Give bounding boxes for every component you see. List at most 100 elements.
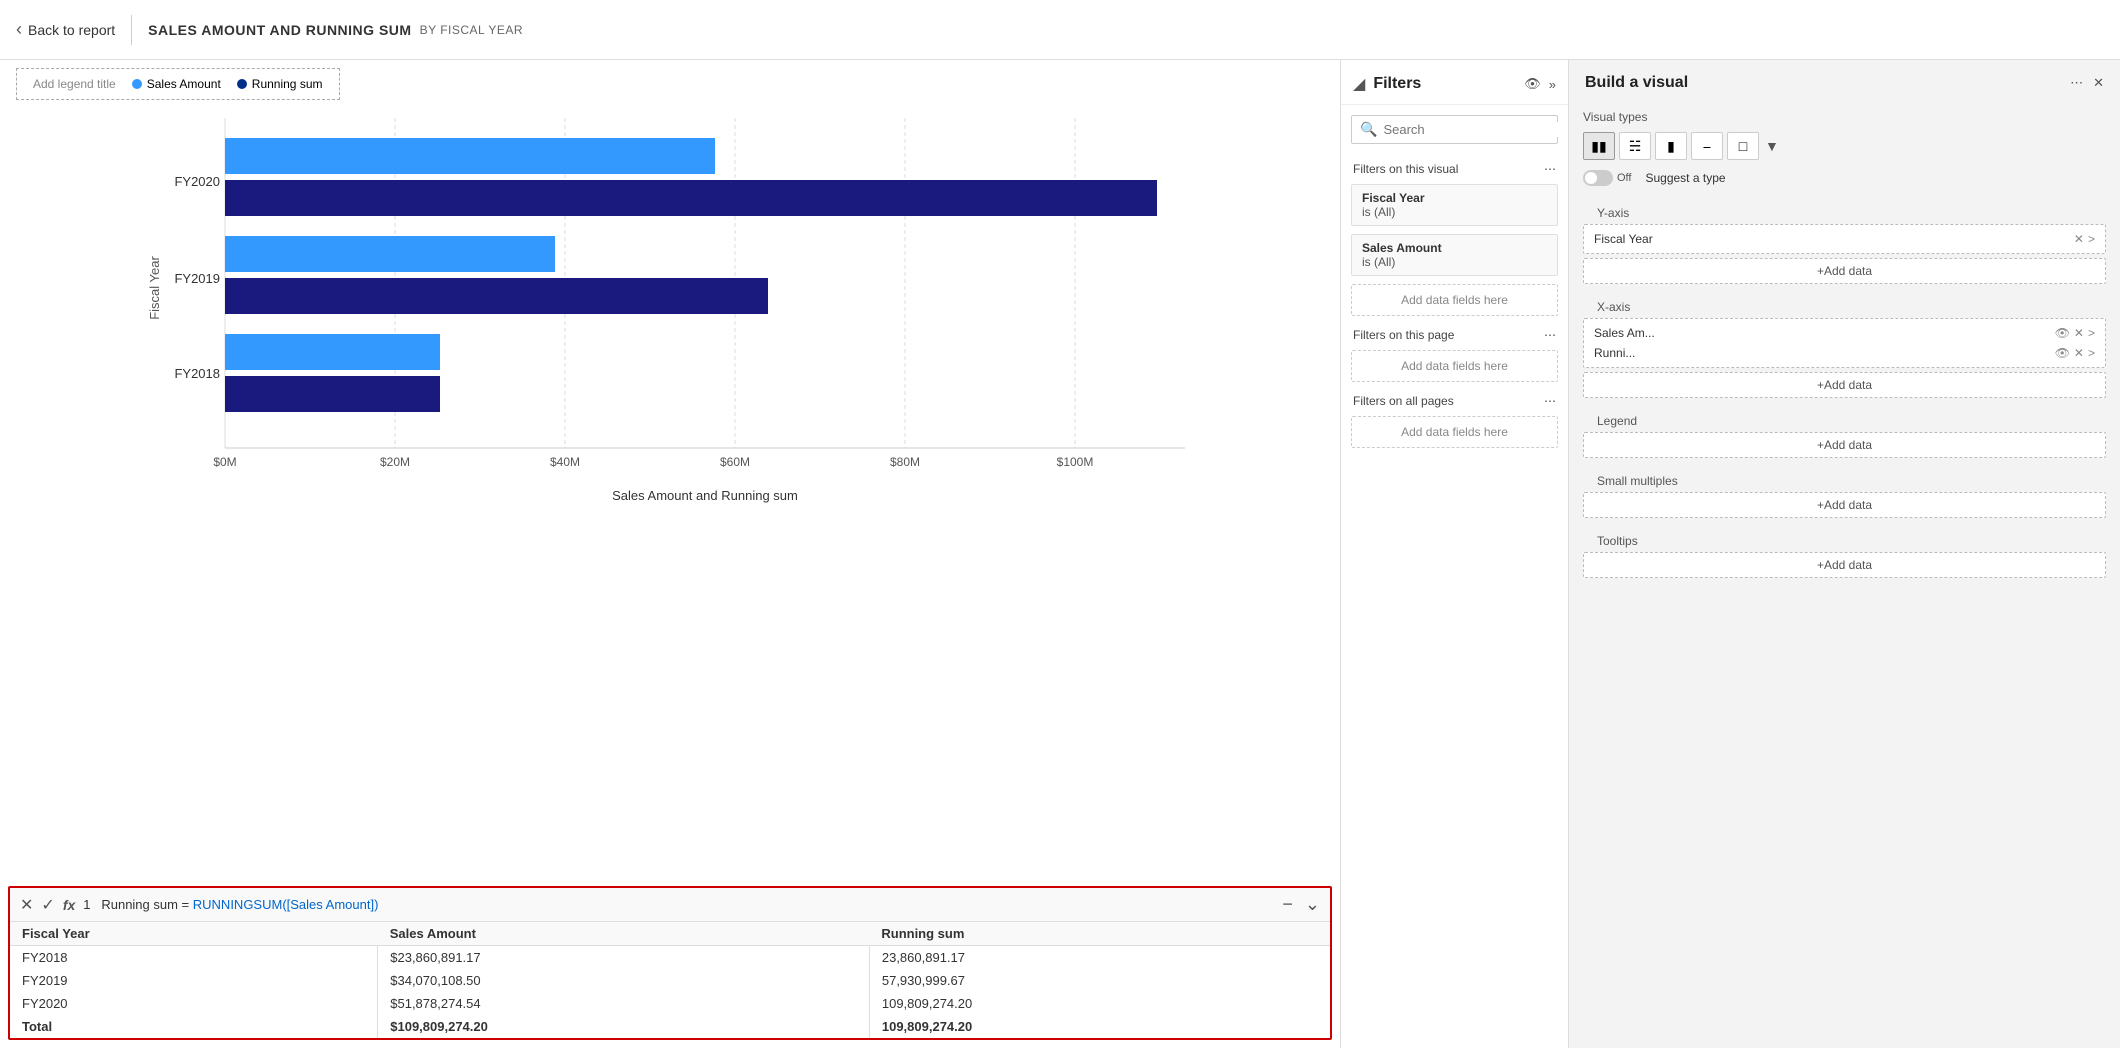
visual-type-grid[interactable]: □	[1727, 132, 1759, 160]
filter-section-visual-more[interactable]: ⋯	[1544, 162, 1556, 176]
filter-add-visual[interactable]: Add data fields here	[1351, 284, 1558, 316]
visual-type-line[interactable]: ⎯	[1691, 132, 1723, 160]
table-cell-year: FY2020	[10, 992, 378, 1015]
formula-input[interactable]: 1 Running sum = RUNNINGSUM([Sales Amount…	[83, 897, 1274, 912]
formula-cancel-button[interactable]: ✕	[20, 895, 33, 915]
legend-dot-sales	[132, 79, 142, 89]
y-axis-item-text: Fiscal Year	[1594, 232, 2070, 246]
formula-fx-icon: fx	[63, 897, 75, 913]
formula-area: ✕ ✓ fx 1 Running sum = RUNNINGSUM([Sales…	[8, 886, 1332, 1040]
filter-expand-icon[interactable]: »	[1549, 77, 1556, 92]
y-axis-item-fiscal: Fiscal Year ✕ >	[1590, 229, 2099, 249]
filters-panel: ◢ Filters 👁 » 🔍 Filters on this visual ⋯…	[1341, 60, 1569, 1048]
main-layout: Add legend title Sales Amount Running su…	[0, 60, 2120, 1048]
filter-section-page-label: Filters on this page	[1353, 328, 1454, 342]
visual-type-dropdown[interactable]: ▼	[1765, 138, 1779, 154]
filter-add-page[interactable]: Add data fields here	[1351, 350, 1558, 382]
formula-confirm-button[interactable]: ✓	[41, 895, 54, 915]
visual-types-row: ▮▮ ☵ ▮ ⎯ □ ▼	[1569, 128, 2120, 164]
filters-panel-header: ◢ Filters 👁 »	[1341, 60, 1568, 105]
x-axis-close-icon-sales[interactable]: ✕	[2074, 326, 2084, 340]
build-more-icon[interactable]: ⋯	[2070, 75, 2083, 91]
filter-section-page: Filters on this page ⋯	[1341, 320, 1568, 346]
x-axis-box: Sales Am... 👁 ✕ > Runni... 👁 ✕ >	[1583, 318, 2106, 368]
filter-card-fiscal[interactable]: Fiscal Year is (All)	[1351, 184, 1558, 226]
svg-text:$80M: $80M	[890, 455, 920, 469]
svg-text:$20M: $20M	[380, 455, 410, 469]
y-axis-box: Fiscal Year ✕ >	[1583, 224, 2106, 254]
filter-fiscal-year-title: Fiscal Year	[1362, 191, 1547, 205]
filter-section-all: Filters on all pages ⋯	[1341, 386, 1568, 412]
x-axis-chevron-icon-running[interactable]: >	[2088, 346, 2095, 360]
visual-type-bar[interactable]: ▮	[1655, 132, 1687, 160]
top-bar: ‹ Back to report SALES AMOUNT AND RUNNIN…	[0, 0, 2120, 60]
table-cell-running: 109,809,274.20	[869, 992, 1330, 1015]
x-axis-chevron-icon-sales[interactable]: >	[2088, 326, 2095, 340]
tooltips-add-btn[interactable]: +Add data	[1583, 552, 2106, 578]
visual-type-matrix[interactable]: ☵	[1619, 132, 1651, 160]
y-axis-add-btn[interactable]: +Add data	[1583, 258, 2106, 284]
table-cell-running: 109,809,274.20	[869, 1015, 1330, 1038]
back-label: Back to report	[28, 22, 115, 38]
table-cell-year: FY2019	[10, 969, 378, 992]
toggle-off-label: Off	[1617, 172, 1631, 184]
table-cell-sales: $34,070,108.50	[378, 969, 870, 992]
separator	[131, 15, 132, 45]
filter-card-sales[interactable]: Sales Amount is (All)	[1351, 234, 1558, 276]
build-close-icon[interactable]: ✕	[2093, 75, 2104, 91]
legend-section-label: Legend	[1583, 406, 2106, 432]
y-axis-close-icon[interactable]: ✕	[2074, 232, 2084, 246]
table-row: FY2018$23,860,891.1723,860,891.17	[10, 946, 1330, 970]
svg-text:Fiscal Year: Fiscal Year	[147, 256, 162, 320]
back-button[interactable]: ‹ Back to report	[16, 19, 115, 40]
x-axis-eye-icon-running[interactable]: 👁	[2055, 346, 2070, 360]
table-row: Total$109,809,274.20109,809,274.20	[10, 1015, 1330, 1038]
bar-chart: Fiscal Year FY2020 FY2019 FY2018 $0M $20…	[20, 108, 1320, 508]
x-axis-item-sales: Sales Am... 👁 ✕ >	[1590, 323, 2099, 343]
svg-text:$60M: $60M	[720, 455, 750, 469]
col-header-sales: Sales Amount	[378, 922, 870, 946]
x-axis-eye-icon-sales[interactable]: 👁	[2055, 326, 2070, 340]
legend-title: Add legend title	[33, 77, 116, 91]
svg-text:Sales Amount and Running sum: Sales Amount and Running sum	[612, 488, 798, 503]
chart-title: SALES AMOUNT AND RUNNING SUM	[148, 22, 411, 38]
x-axis-close-icon-running[interactable]: ✕	[2074, 346, 2084, 360]
y-axis-section: Y-axis Fiscal Year ✕ > +Add data X-axis …	[1569, 192, 2120, 592]
y-axis-chevron-icon[interactable]: >	[2088, 232, 2095, 246]
filters-panel-title: Filters	[1373, 75, 1421, 93]
filter-section-all-more[interactable]: ⋯	[1544, 394, 1556, 408]
x-axis-add-btn[interactable]: +Add data	[1583, 372, 2106, 398]
data-table: Fiscal Year Sales Amount Running sum FY2…	[10, 922, 1330, 1038]
table-row: FY2020$51,878,274.54109,809,274.20	[10, 992, 1330, 1015]
chart-wrapper: Fiscal Year FY2020 FY2019 FY2018 $0M $20…	[0, 108, 1340, 878]
small-multiples-add-btn[interactable]: +Add data	[1583, 492, 2106, 518]
col-header-running: Running sum	[869, 922, 1330, 946]
table-cell-year: FY2018	[10, 946, 378, 970]
filter-fiscal-year-sub: is (All)	[1362, 205, 1547, 219]
toggle-thumb	[1585, 172, 1597, 184]
filter-add-all[interactable]: Add data fields here	[1351, 416, 1558, 448]
tooltips-label: Tooltips	[1583, 526, 2106, 552]
visual-types-label: Visual types	[1569, 102, 2120, 128]
build-panel-header: Build a visual ⋯ ✕	[1569, 60, 2120, 102]
formula-minimize-icon[interactable]: −	[1282, 894, 1293, 915]
search-input[interactable]	[1383, 122, 1559, 137]
back-arrow-icon: ‹	[16, 19, 22, 40]
filter-section-all-label: Filters on all pages	[1353, 394, 1454, 408]
chart-area: Add legend title Sales Amount Running su…	[0, 60, 1340, 1048]
formula-line-num: 1	[83, 897, 90, 912]
visual-type-table[interactable]: ▮▮	[1583, 132, 1615, 160]
formula-collapse-icon[interactable]: ⌄	[1305, 894, 1320, 915]
filter-eye-icon[interactable]: 👁	[1524, 76, 1541, 92]
filter-section-page-more[interactable]: ⋯	[1544, 328, 1556, 342]
svg-text:FY2019: FY2019	[174, 271, 220, 286]
legend-add-btn[interactable]: +Add data	[1583, 432, 2106, 458]
toggle-track[interactable]	[1583, 170, 1613, 186]
table-cell-running: 57,930,999.67	[869, 969, 1330, 992]
search-box: 🔍	[1351, 115, 1558, 144]
chart-subtitle: BY FISCAL YEAR	[420, 23, 524, 37]
suggest-toggle[interactable]: Off	[1583, 170, 1631, 186]
table-cell-running: 23,860,891.17	[869, 946, 1330, 970]
filter-section-visual: Filters on this visual ⋯	[1341, 154, 1568, 180]
table-cell-sales: $51,878,274.54	[378, 992, 870, 1015]
